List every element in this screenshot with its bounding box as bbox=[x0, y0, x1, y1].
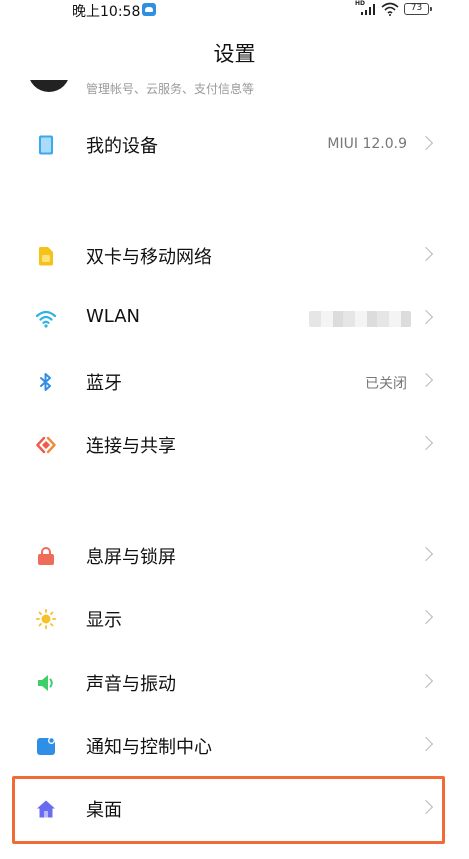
settings-item-notification-control[interactable]: 通知与控制中心 bbox=[0, 719, 469, 773]
chevron-right-icon bbox=[418, 135, 434, 151]
home-icon bbox=[37, 800, 55, 818]
status-bar: 晚上10:58 HD 73 bbox=[0, 0, 469, 22]
settings-item-label: 显示 bbox=[86, 610, 122, 631]
settings-item-label: 桌面 bbox=[86, 800, 122, 821]
settings-item-my-device[interactable]: 我的设备 MIUI 12.0.9 bbox=[0, 118, 469, 172]
settings-item-connection-sharing[interactable]: 连接与共享 bbox=[0, 418, 469, 472]
settings-item-label: 双卡与移动网络 bbox=[86, 247, 212, 268]
bluetooth-icon bbox=[40, 373, 51, 391]
settings-item-value: MIUI 12.0.9 bbox=[327, 136, 407, 152]
chevron-right-icon bbox=[418, 435, 434, 451]
speaker-icon bbox=[38, 675, 53, 691]
settings-item-display[interactable]: 显示 bbox=[0, 592, 469, 646]
page-title: 设置 bbox=[213, 42, 256, 66]
account-subtitle: 管理帐号、云服务、支付信息等 bbox=[86, 82, 255, 96]
settings-item-value: 已关闭 bbox=[365, 376, 407, 392]
chevron-right-icon bbox=[418, 609, 434, 625]
settings-item-label: 我的设备 bbox=[86, 136, 158, 157]
sim-card-icon bbox=[38, 247, 53, 266]
chevron-right-icon bbox=[418, 372, 434, 388]
sun-icon bbox=[36, 609, 56, 629]
signal-icon bbox=[361, 4, 375, 15]
settings-item-label: 蓝牙 bbox=[86, 373, 122, 394]
settings-item-label: 息屏与锁屏 bbox=[86, 547, 176, 568]
settings-item-label: WLAN bbox=[86, 306, 141, 327]
cloud-notification-icon bbox=[142, 3, 156, 16]
wifi-icon bbox=[36, 310, 56, 328]
chevron-right-icon bbox=[418, 246, 434, 262]
settings-screen: 晚上10:58 HD 73 设置 管理帐号、云服务、支付信息等 我的设备 MIU… bbox=[0, 0, 469, 859]
chevron-right-icon bbox=[418, 673, 434, 689]
settings-item-sim-network[interactable]: 双卡与移动网络 bbox=[0, 229, 469, 283]
wifi-network-name-redacted bbox=[309, 311, 411, 327]
settings-item-home-screen[interactable]: 桌面 bbox=[0, 782, 469, 836]
status-time: 晚上10:58 bbox=[72, 4, 141, 20]
settings-item-label: 连接与共享 bbox=[86, 436, 176, 457]
settings-item-label: 声音与振动 bbox=[86, 674, 176, 695]
battery-icon: 73 bbox=[404, 3, 432, 15]
settings-item-sound-vibration[interactable]: 声音与振动 bbox=[0, 656, 469, 710]
notification-icon bbox=[37, 737, 55, 755]
settings-item-bluetooth[interactable]: 蓝牙 已关闭 bbox=[0, 355, 469, 409]
settings-item-label: 通知与控制中心 bbox=[86, 737, 212, 758]
chevron-right-icon bbox=[418, 799, 434, 815]
wifi-status-icon bbox=[381, 2, 399, 16]
chevron-right-icon bbox=[418, 736, 434, 752]
settings-item-wlan[interactable]: WLAN bbox=[0, 292, 469, 346]
chevron-right-icon bbox=[418, 546, 434, 562]
share-icon bbox=[36, 436, 56, 454]
lock-icon bbox=[38, 547, 54, 565]
settings-item-lock-screen[interactable]: 息屏与锁屏 bbox=[0, 529, 469, 583]
device-icon bbox=[39, 135, 53, 155]
chevron-right-icon bbox=[418, 309, 434, 325]
header-divider bbox=[0, 66, 469, 80]
